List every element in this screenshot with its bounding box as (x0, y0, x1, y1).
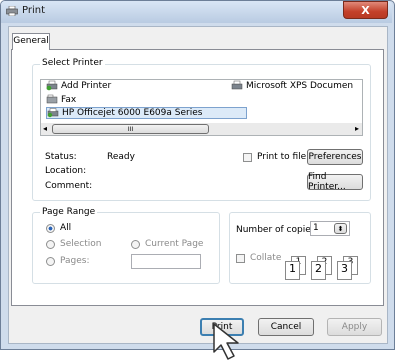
close-button[interactable]: X (343, 1, 388, 19)
location-label: Location: (45, 166, 87, 176)
number-of-copies-label: Number of copies: (236, 225, 319, 235)
scroll-thumb[interactable]: III (52, 124, 209, 134)
collate-option[interactable]: Collate (236, 253, 281, 263)
title-bar (1, 1, 392, 23)
find-printer-button[interactable]: Find Printer... (307, 172, 363, 192)
fax-icon (46, 94, 58, 104)
window-title: Print (22, 5, 46, 16)
collate-page-3-front: 3 (337, 261, 352, 280)
print-to-file-label: Print to file (257, 152, 307, 162)
scroll-left-icon[interactable]: ◂ (43, 124, 47, 133)
cancel-button[interactable]: Cancel (258, 318, 314, 336)
copies-spinner[interactable]: ⬍ (334, 223, 347, 234)
comment-label: Comment: (45, 181, 93, 191)
preferences-button[interactable]: Preferences (307, 149, 363, 165)
close-icon: X (361, 3, 370, 17)
printer-icon (6, 6, 18, 16)
printer-item-hp[interactable]: HP Officejet 6000 E609a Series (47, 108, 202, 118)
apply-label: Apply (341, 322, 368, 332)
printer-label: Fax (61, 94, 77, 105)
print-to-file-option[interactable]: Print to file (243, 152, 306, 162)
scroll-right-icon[interactable]: ▸ (355, 124, 359, 133)
range-pages-option[interactable]: Pages: (46, 256, 90, 266)
collate-page-2-front: 2 (311, 261, 326, 280)
range-all-option[interactable]: All (46, 223, 71, 233)
apply-button[interactable]: Apply (327, 318, 382, 336)
collate-label: Collate (250, 253, 282, 263)
selection-radio[interactable] (46, 239, 55, 249)
scroll-thumb-grip: III (127, 125, 134, 133)
cancel-label: Cancel (270, 322, 302, 332)
range-current-page-option[interactable]: Current Page (131, 239, 203, 249)
find-printer-label: Find Printer... (308, 172, 346, 192)
range-selection-option[interactable]: Selection (46, 239, 101, 249)
collate-pages-icon: 1 1 2 2 3 3 (285, 256, 363, 280)
collate-page-1-front: 1 (285, 261, 300, 280)
default-printer-icon (47, 108, 59, 118)
collate-checkbox[interactable] (236, 253, 245, 263)
spinner-icon: ⬍ (337, 224, 344, 233)
printer-item-xps[interactable]: Microsoft XPS Documen (231, 80, 353, 91)
mouse-cursor-icon (213, 323, 239, 360)
all-radio[interactable] (46, 223, 55, 233)
printer-item-add-printer[interactable]: Add Printer (46, 80, 111, 91)
all-label: All (60, 223, 72, 233)
tab-general[interactable]: General (12, 33, 50, 50)
pages-radio[interactable] (46, 256, 55, 266)
printer-label: Microsoft XPS Documen (246, 80, 354, 91)
copies-value: 1 (313, 223, 319, 233)
printer-icon (231, 80, 243, 90)
printer-label: Add Printer (61, 80, 112, 91)
printer-item-fax[interactable]: Fax (46, 94, 76, 105)
printer-label: HP Officejet 6000 E609a Series (62, 108, 203, 118)
current-page-radio[interactable] (131, 239, 140, 249)
add-printer-icon (46, 80, 58, 91)
page-range-legend: Page Range (40, 207, 98, 217)
print-to-file-checkbox[interactable] (243, 152, 252, 162)
pages-input[interactable] (131, 254, 201, 269)
current-page-label: Current Page (145, 239, 204, 249)
status-label: Status: (45, 152, 77, 162)
preferences-label: Preferences (308, 152, 362, 162)
pages-label: Pages: (60, 256, 90, 266)
status-value: Ready (107, 152, 135, 162)
selection-label: Selection (60, 239, 102, 249)
select-printer-legend: Select Printer (40, 58, 105, 68)
